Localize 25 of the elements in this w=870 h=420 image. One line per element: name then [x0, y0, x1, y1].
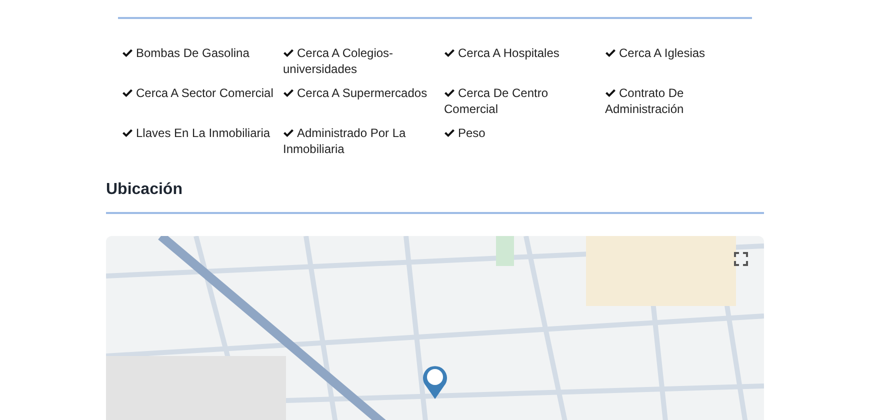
feature-item: Administrado Por La Inmobiliaria	[283, 125, 407, 157]
feature-item: Bombas De Gasolina	[122, 45, 283, 77]
feature-item: Cerca De Centro Comercial	[444, 85, 550, 117]
check-icon	[122, 128, 133, 138]
check-icon	[283, 88, 294, 98]
feature-item: Cerca A Sector Comercial	[122, 85, 283, 117]
feature-item: Llaves En La Inmobiliaria	[122, 125, 283, 157]
feature-item: Peso	[444, 125, 605, 157]
check-icon	[444, 128, 455, 138]
section-title: Ubicación	[106, 181, 182, 199]
check-icon	[283, 48, 294, 58]
feature-item: Cerca A Hospitales	[444, 45, 605, 77]
feature-item: Contrato De Administración	[605, 85, 685, 117]
feature-item: Cerca A Iglesias	[605, 45, 766, 77]
fullscreen-icon[interactable]	[734, 252, 748, 266]
feature-item: Cerca A Colegios-universidades	[283, 45, 394, 77]
check-icon	[605, 48, 616, 58]
check-icon	[605, 88, 616, 98]
check-icon	[122, 88, 133, 98]
check-icon	[444, 88, 455, 98]
check-icon	[122, 48, 133, 58]
feature-item: Cerca A Supermercados	[283, 85, 444, 117]
check-icon	[283, 128, 294, 138]
map-pin-icon	[422, 364, 448, 400]
check-icon	[444, 48, 455, 58]
